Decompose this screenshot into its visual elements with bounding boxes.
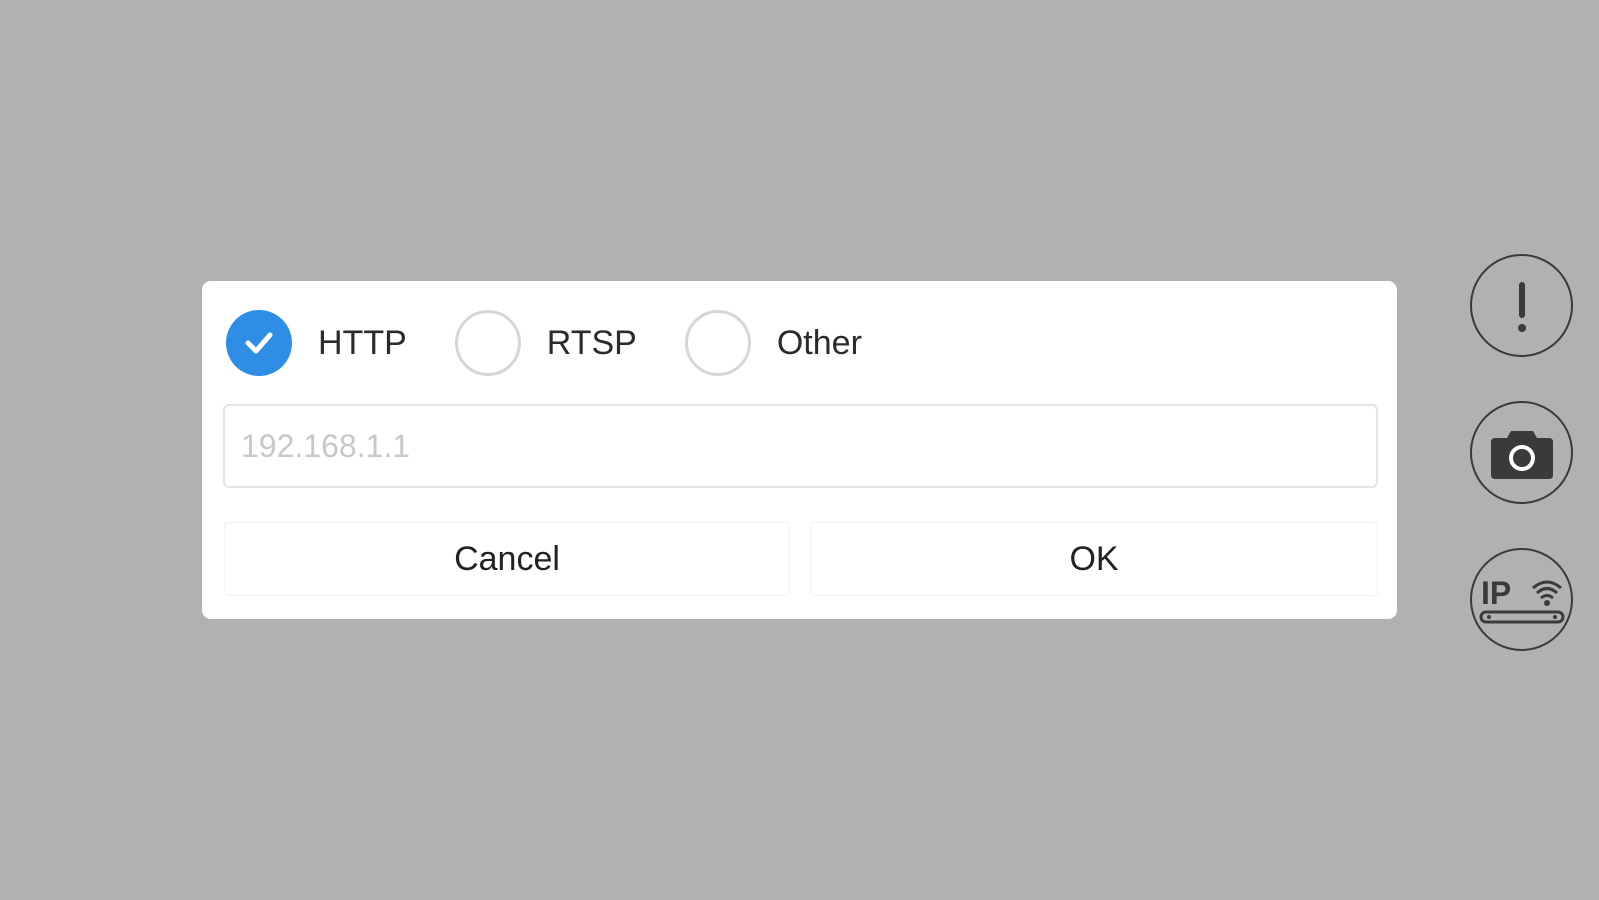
- protocol-option-http[interactable]: HTTP: [226, 310, 407, 376]
- snapshot-button[interactable]: [1470, 401, 1573, 504]
- ip-wifi-icon: IP: [1479, 575, 1564, 623]
- protocol-option-rtsp[interactable]: RTSP: [454, 310, 637, 376]
- cancel-button[interactable]: Cancel: [224, 522, 790, 596]
- ok-button[interactable]: OK: [810, 522, 1378, 596]
- alert-button[interactable]: [1470, 254, 1573, 357]
- exclamation-icon: [1517, 281, 1526, 332]
- radio-unchecked-icon[interactable]: [684, 310, 751, 376]
- connection-dialog: HTTP RTSP Other Cancel OK: [202, 281, 1397, 619]
- screen-background: HTTP RTSP Other Cancel OK: [0, 0, 1599, 900]
- radio-checked-icon[interactable]: [226, 310, 292, 376]
- protocol-label-http: HTTP: [318, 323, 407, 362]
- svg-text:IP: IP: [1481, 575, 1511, 611]
- ip-address-input[interactable]: [223, 404, 1378, 488]
- protocol-radio-group: HTTP RTSP Other: [226, 307, 910, 379]
- protocol-label-rtsp: RTSP: [546, 323, 637, 362]
- camera-icon: [1490, 430, 1553, 479]
- ip-camera-button[interactable]: IP: [1470, 548, 1573, 651]
- protocol-option-other[interactable]: Other: [684, 310, 862, 376]
- protocol-label-other: Other: [776, 323, 862, 362]
- radio-unchecked-icon[interactable]: [454, 310, 521, 376]
